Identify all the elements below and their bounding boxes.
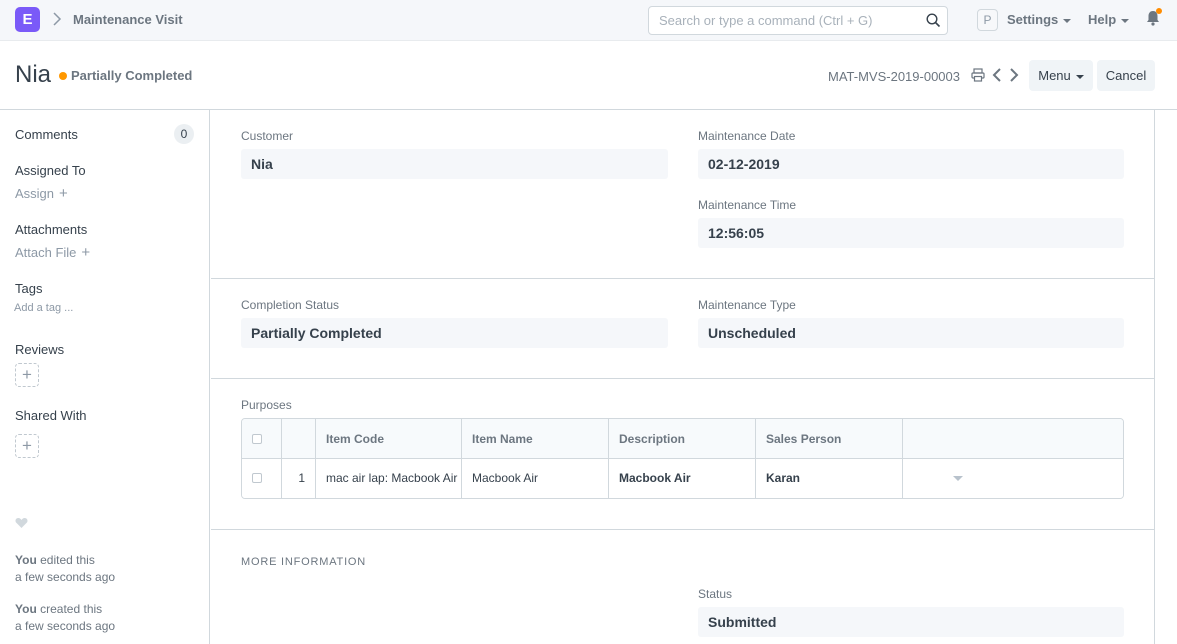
select-all-checkbox[interactable] [252, 434, 262, 444]
row-cell-item-code[interactable]: mac air lap: Macbook Air [316, 459, 462, 498]
menu-button[interactable]: Menu [1029, 60, 1093, 91]
purposes-label: Purposes [241, 398, 292, 412]
maintenance-date-label: Maintenance Date [698, 129, 796, 143]
row-cell-actions[interactable] [903, 459, 1123, 498]
maintenance-type-label: Maintenance Type [698, 298, 796, 312]
attach-file-link[interactable]: Attach File + [15, 244, 90, 261]
help-label: Help [1088, 12, 1117, 27]
header-cell-select [242, 419, 282, 458]
document-id: MAT-MVS-2019-00003 [828, 69, 960, 84]
header-cell-actions [903, 419, 1123, 458]
assign-link-label: Assign [15, 186, 55, 201]
timeline-action: edited this [40, 553, 95, 567]
purposes-table: Item Code Item Name Description Sales Pe… [241, 418, 1124, 499]
form-section-status: Completion Status Partially Completed Ma… [211, 279, 1155, 379]
attach-file-label: Attach File [15, 245, 77, 260]
help-dropdown[interactable]: Help [1088, 12, 1130, 27]
assigned-to-label: Assigned To [15, 163, 86, 178]
next-document-icon[interactable] [1009, 68, 1019, 85]
table-row[interactable]: 1 mac air lap: Macbook Air Macbook Air M… [242, 459, 1123, 498]
tags-label: Tags [15, 281, 43, 296]
completion-status-label: Completion Status [241, 298, 340, 312]
assign-link[interactable]: Assign + [15, 185, 68, 202]
form-layout: Customer Nia Maintenance Date 02-12-2019… [211, 110, 1155, 644]
search-input[interactable] [649, 7, 909, 34]
status-label: Status [698, 587, 733, 601]
table-header: Item Code Item Name Description Sales Pe… [242, 419, 1123, 459]
header-cell-description: Description [609, 419, 756, 458]
timeline-item: You edited this a few seconds ago [15, 552, 115, 586]
user-avatar[interactable]: P [977, 9, 998, 31]
maintenance-time-field[interactable]: 12:56:05 [698, 218, 1124, 248]
settings-label: Settings [1007, 12, 1059, 27]
print-icon[interactable] [971, 68, 985, 85]
timeline-item: You created this a few seconds ago [15, 601, 115, 635]
page-title: Nia [15, 61, 52, 88]
timeline-user: You [15, 553, 37, 567]
add-share-button[interactable]: + [15, 434, 39, 458]
maintenance-date-field[interactable]: 02-12-2019 [698, 149, 1124, 179]
maintenance-type-field[interactable]: Unscheduled [698, 318, 1124, 348]
page-head: Nia Partially Completed MAT-MVS-2019-000… [0, 41, 1177, 110]
caret-down-icon [1121, 18, 1130, 23]
maintenance-time-label: Maintenance Time [698, 198, 797, 212]
cancel-button[interactable]: Cancel [1097, 60, 1155, 91]
shared-with-label: Shared With [15, 408, 87, 423]
notification-indicator [1156, 8, 1162, 14]
row-cell-item-name[interactable]: Macbook Air [462, 459, 609, 498]
search-icon[interactable] [926, 13, 941, 31]
customer-field[interactable]: Nia [241, 149, 668, 179]
add-review-button[interactable]: + [15, 363, 39, 387]
caret-down-icon [1075, 74, 1084, 79]
more-information-heading[interactable]: MORE INFORMATION [241, 556, 366, 568]
row-dropdown-caret-icon[interactable] [953, 476, 963, 481]
previous-document-icon[interactable] [992, 68, 1002, 85]
caret-down-icon [1063, 18, 1072, 23]
row-cell-sales-person[interactable]: Karan [756, 459, 903, 498]
row-checkbox[interactable] [252, 473, 262, 483]
header-cell-index [282, 419, 316, 458]
row-cell-select [242, 459, 282, 498]
timeline-time: a few seconds ago [15, 570, 116, 584]
comments-label[interactable]: Comments [15, 127, 78, 142]
row-cell-index: 1 [282, 459, 316, 498]
row-index: 1 [298, 471, 305, 485]
row-cell-description[interactable]: Macbook Air [609, 459, 756, 498]
awesomebar [648, 6, 948, 35]
app-logo[interactable]: E [15, 7, 40, 32]
completion-status-field[interactable]: Partially Completed [241, 318, 668, 348]
breadcrumb-maintenance-visit[interactable]: Maintenance Visit [73, 12, 183, 27]
like-heart-icon[interactable] [15, 517, 28, 532]
header-cell-sales-person: Sales Person [756, 419, 903, 458]
settings-dropdown[interactable]: Settings [1007, 12, 1072, 27]
form-sidebar: Comments 0 Assigned To Assign + Attachmen… [0, 110, 210, 644]
header-cell-item-code: Item Code [316, 419, 462, 458]
chevron-right-icon [52, 12, 62, 29]
menu-button-label: Menu [1038, 68, 1071, 83]
form-section-customer: Customer Nia Maintenance Date 02-12-2019… [211, 110, 1155, 279]
status-indicator-label: Partially Completed [71, 68, 193, 83]
attachments-label: Attachments [15, 222, 88, 237]
customer-label: Customer [241, 129, 294, 143]
status-indicator-dot [59, 72, 67, 80]
add-tag-link[interactable]: Add a tag ... [14, 302, 73, 314]
reviews-label: Reviews [15, 342, 65, 357]
timeline-action: created this [40, 602, 103, 616]
timeline-user: You [15, 602, 37, 616]
header-cell-item-name: Item Name [462, 419, 609, 458]
navbar: E Maintenance Visit P Settings Help [0, 0, 1177, 41]
status-field: Submitted [698, 607, 1124, 637]
timeline-time: a few seconds ago [15, 619, 116, 633]
comments-count-badge: 0 [174, 124, 194, 144]
plus-icon: + [59, 185, 68, 202]
plus-icon: + [81, 244, 91, 261]
